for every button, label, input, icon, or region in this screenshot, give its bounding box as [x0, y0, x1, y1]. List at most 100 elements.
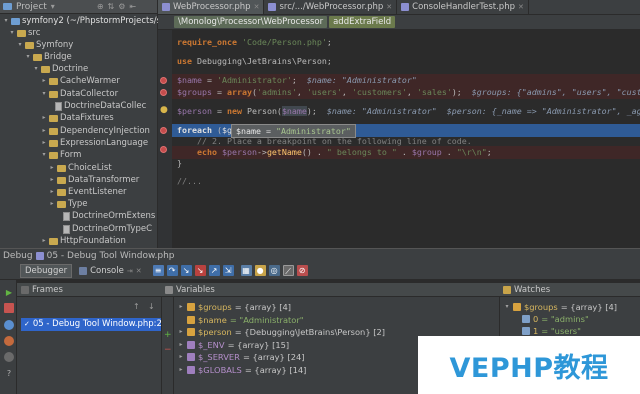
tree-item[interactable]: ▸ DependencyInjection	[41, 125, 149, 137]
evaluate-icon[interactable]: ▦	[240, 265, 252, 276]
variable-row[interactable]: ▸ $person = {Debugging\JetBrains\Person} […	[178, 326, 385, 338]
dropdown-icon[interactable]: ▾	[51, 2, 55, 11]
tree-item[interactable]: ▸ ChoiceList	[49, 162, 111, 174]
breakpoint-icon[interactable]	[160, 127, 167, 134]
close-icon[interactable]: ✕	[518, 3, 524, 11]
tree-item[interactable]: ▾ Bridge	[25, 51, 71, 63]
tree-item[interactable]: ▸ DataFixtures	[41, 112, 113, 124]
tab-consolehandlertest[interactable]: ConsoleHandlerTest.php ✕	[397, 0, 529, 14]
tree-item[interactable]: ▸ Type	[49, 198, 87, 210]
chevron-right-icon[interactable]: ▸	[49, 174, 55, 186]
chevron-down-icon[interactable]: ▾	[9, 27, 15, 39]
remove-icon[interactable]: −	[164, 345, 172, 355]
tree-item[interactable]: ▾ Symfony	[17, 39, 73, 51]
run-to-cursor-icon[interactable]: ⇲	[222, 265, 234, 276]
resume-icon[interactable]: ▶	[4, 288, 14, 298]
chevron-right-icon[interactable]: ▸	[41, 125, 47, 137]
chevron-right-icon[interactable]: ▸	[41, 235, 47, 247]
up-arrow-icon[interactable]: ↑	[133, 302, 140, 311]
watch-value: = {array} [4]	[560, 302, 617, 312]
php-file-icon	[63, 211, 70, 221]
show-execution-point-icon[interactable]: ≡	[152, 265, 164, 276]
expand-icon[interactable]: ▸	[178, 301, 184, 313]
toggle-icon[interactable]: ⟋	[282, 265, 294, 276]
expand-icon[interactable]: ▸	[178, 339, 184, 351]
close-icon[interactable]: ✕	[386, 3, 392, 11]
tree-item[interactable]: ▾ Doctrine	[33, 63, 88, 75]
force-step-into-icon[interactable]: ↘	[194, 265, 206, 276]
tree-item[interactable]: ▾ DataCollector	[41, 88, 118, 100]
variable-row[interactable]: ▸ $_ENV = {array} [15]	[178, 339, 289, 351]
close-icon[interactable]: ✕	[254, 3, 260, 11]
tree-item[interactable]: ▸ ExpressionLanguage	[41, 137, 148, 149]
settings-icon[interactable]: ◎	[268, 265, 280, 276]
mute-breakpoints-icon[interactable]: ⊘	[296, 265, 308, 276]
tab-src-webprocessor[interactable]: src/.../WebProcessor.php ✕	[264, 0, 398, 14]
add-icon[interactable]: +	[164, 330, 172, 340]
chevron-right-icon[interactable]: ▸	[41, 75, 47, 87]
tree-item[interactable]: ▸ DataTransformer	[49, 174, 139, 186]
down-arrow-icon[interactable]: ↓	[148, 302, 155, 311]
chevron-down-icon[interactable]: ▾	[3, 15, 9, 27]
help-icon[interactable]: ?	[4, 369, 14, 379]
chevron-right-icon[interactable]: ▸	[41, 112, 47, 124]
chevron-down-icon[interactable]: ▾	[25, 51, 31, 63]
breakpoint-icon[interactable]	[160, 89, 167, 96]
breadcrumb-class[interactable]: \Monolog\Processor\WebProcessor	[174, 16, 328, 28]
gear-icon[interactable]: ⚙	[118, 2, 125, 11]
chevron-down-icon[interactable]: ▾	[41, 149, 47, 161]
editor-gutter[interactable]	[158, 30, 172, 248]
tree-item[interactable]: DoctrineOrmExtens	[63, 210, 155, 222]
chevron-right-icon[interactable]: ▸	[41, 137, 47, 149]
chevron-down-icon[interactable]: ▾	[33, 63, 39, 75]
mute-icon[interactable]	[4, 352, 14, 362]
tree-item[interactable]: ▸ CacheWarmer	[41, 75, 119, 87]
collapse-icon[interactable]: ⇅	[108, 2, 115, 11]
tree-item[interactable]: ▾ Form	[41, 149, 81, 161]
code-line: require_once 'Code/Person.php';	[177, 37, 332, 47]
pin-icon[interactable]: ⇥	[127, 267, 133, 275]
editor-tabs: WebProcessor.php ✕ src/.../WebProcessor.…	[158, 0, 640, 15]
variable-row[interactable]: ▸ $GLOBALS = {array} [14]	[178, 364, 306, 376]
chevron-down-icon[interactable]: ▾	[504, 301, 510, 313]
sync-icon[interactable]: ⊕	[97, 2, 104, 11]
breakpoints-icon[interactable]: ●	[254, 265, 266, 276]
view-breakpoints-icon[interactable]	[4, 336, 14, 346]
tree-item[interactable]: ▾ src	[9, 27, 40, 39]
tree-item[interactable]: ▸ HttpFoundation	[41, 235, 125, 247]
project-view-label[interactable]: Project	[16, 2, 47, 12]
tree-item[interactable]: ▸ EventListener	[49, 186, 126, 198]
frame-row-selected[interactable]: ✓ 05 - Debug Tool Window.php:23	[21, 318, 163, 331]
step-out-icon[interactable]: ↗	[208, 265, 220, 276]
chevron-down-icon[interactable]: ▾	[41, 88, 47, 100]
variable-row[interactable]: $name = "Administrator"	[178, 314, 304, 326]
breakpoint-icon[interactable]	[160, 77, 167, 84]
close-icon[interactable]: ✕	[136, 267, 142, 275]
chevron-down-icon[interactable]: ▾	[17, 39, 23, 51]
expand-icon[interactable]: ▸	[178, 351, 184, 363]
watch-row[interactable]: ▾ $groups = {array} [4]	[504, 301, 617, 313]
chevron-right-icon[interactable]: ▸	[49, 198, 55, 210]
tab-webprocessor[interactable]: WebProcessor.php ✕	[158, 0, 265, 14]
project-panel-header: Project ▾ ⊕ ⇅ ⚙ ⇤	[0, 0, 157, 14]
breakpoint-icon[interactable]	[160, 146, 167, 153]
expand-icon[interactable]: ▸	[178, 364, 184, 376]
variable-row[interactable]: ▸ $_SERVER = {array} [24]	[178, 351, 304, 363]
tree-item[interactable]: DoctrineOrmTypeC	[63, 223, 152, 235]
hide-icon[interactable]: ⇤	[129, 2, 136, 11]
chevron-right-icon[interactable]: ▸	[49, 162, 55, 174]
step-over-icon[interactable]: ↷	[166, 265, 178, 276]
variable-row[interactable]: ▸ $groups = {array} [4]	[178, 301, 291, 313]
pause-icon[interactable]	[4, 303, 14, 313]
breadcrumb-method[interactable]: addExtraField	[329, 16, 396, 28]
tab-debugger[interactable]: Debugger	[20, 263, 73, 278]
lightbulb-icon[interactable]: ●	[160, 105, 168, 115]
tree-item[interactable]: DoctrineDataCollec	[55, 100, 146, 112]
chevron-right-icon[interactable]: ▸	[49, 186, 55, 198]
step-into-icon[interactable]: ↘	[180, 265, 192, 276]
tab-console[interactable]: Console ⇥ ✕	[75, 265, 146, 277]
watch-row[interactable]: 0 = "admins"	[522, 313, 589, 325]
stop-icon[interactable]	[4, 320, 14, 330]
code-editor[interactable]: require_once 'Code/Person.php'; use Debu…	[172, 30, 640, 248]
expand-icon[interactable]: ▸	[178, 326, 184, 338]
